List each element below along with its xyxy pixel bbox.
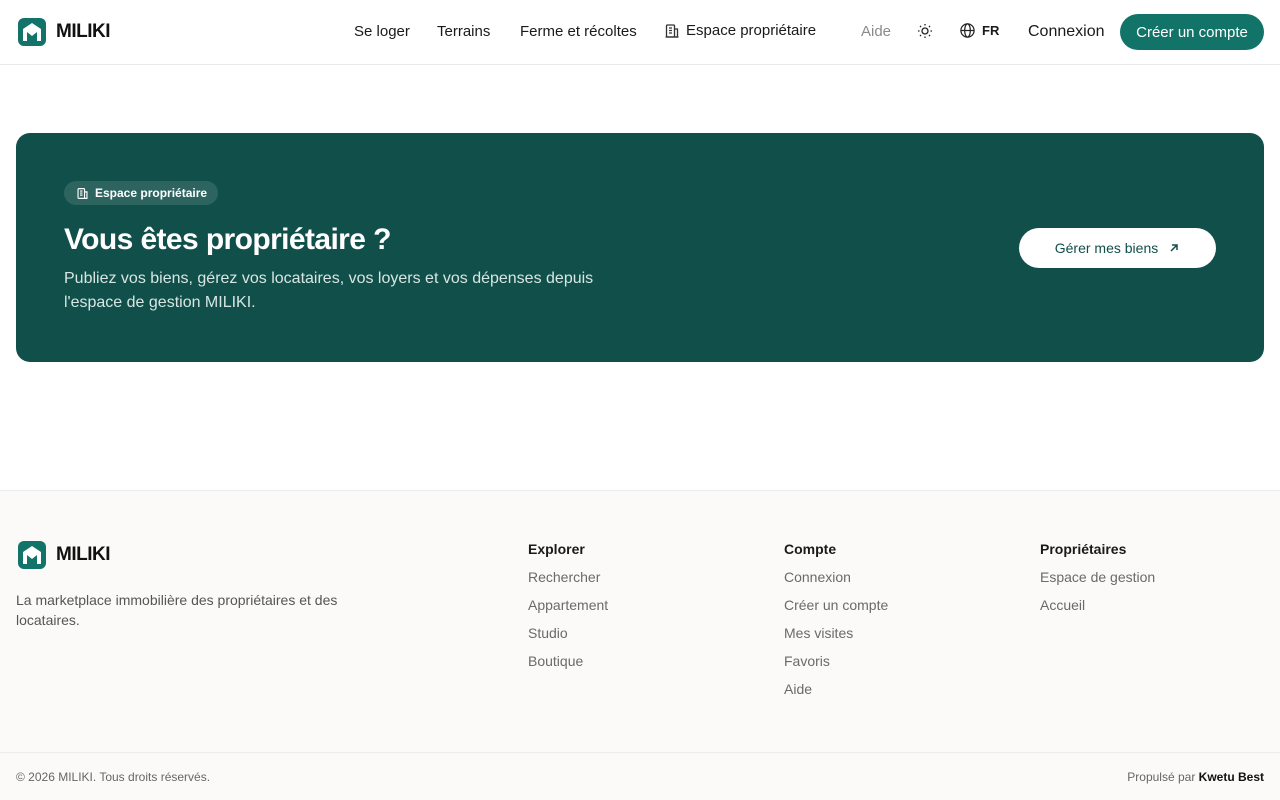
nav-owner-space[interactable]: Espace propriétaire — [664, 22, 816, 39]
footer-link-boutique[interactable]: Boutique — [528, 654, 608, 682]
footer-link-studio[interactable]: Studio — [528, 626, 608, 654]
footer-link-espace-gestion[interactable]: Espace de gestion — [1040, 570, 1155, 598]
footer-column-compte: Compte Connexion Créer un compte Mes vis… — [784, 541, 888, 710]
sun-icon[interactable] — [916, 22, 934, 40]
nav-ferme-recoltes[interactable]: Ferme et récoltes — [520, 23, 637, 40]
footer-bottom-bar: © 2026 MILIKI. Tous droits réservés. Pro… — [0, 752, 1280, 800]
footer-brand-logo[interactable]: MILIKI — [18, 541, 111, 569]
footer-column-proprietaires: Propriétaires Espace de gestion Accueil — [1040, 541, 1155, 626]
building-icon — [665, 23, 679, 38]
footer-link-aide[interactable]: Aide — [784, 682, 888, 710]
globe-icon — [960, 23, 975, 38]
footer-link-favoris[interactable]: Favoris — [784, 654, 888, 682]
footer-column-explorer: Explorer Rechercher Appartement Studio B… — [528, 541, 608, 682]
login-link[interactable]: Connexion — [1028, 23, 1105, 41]
banner-description: Publiez vos biens, gérez vos locataires,… — [64, 270, 594, 311]
arrow-up-right-icon — [1170, 244, 1178, 252]
manage-properties-button[interactable]: Gérer mes biens — [1019, 228, 1216, 268]
footer-column-title: Propriétaires — [1040, 541, 1127, 557]
site-footer: MILIKI La marketplace immobilière des pr… — [0, 490, 1280, 800]
footer-description: La marketplace immobilière des propriéta… — [16, 592, 338, 628]
nav-help[interactable]: Aide — [861, 23, 891, 40]
footer-link-connexion[interactable]: Connexion — [784, 570, 888, 598]
language-code: FR — [982, 23, 1000, 38]
manage-properties-label: Gérer mes biens — [1054, 240, 1159, 256]
footer-link-appartement[interactable]: Appartement — [528, 598, 608, 626]
banner-title: Vous êtes propriétaire ? — [64, 223, 391, 256]
footer-link-accueil[interactable]: Accueil — [1040, 598, 1155, 626]
owner-space-badge: Espace propriétaire — [64, 181, 219, 205]
building-icon — [77, 187, 88, 199]
powered-by-name[interactable]: Kwetu Best — [1199, 770, 1264, 784]
signup-button[interactable]: Créer un compte — [1120, 14, 1264, 50]
powered-by-label: Propulsé par — [1127, 770, 1199, 784]
brand-name: MILIKI — [56, 21, 111, 42]
nav-se-loger[interactable]: Se loger — [354, 23, 410, 40]
footer-link-rechercher[interactable]: Rechercher — [528, 570, 608, 598]
footer-brand-name: MILIKI — [56, 544, 111, 565]
badge-label: Espace propriétaire — [95, 186, 208, 200]
footer-link-mes-visites[interactable]: Mes visites — [784, 626, 888, 654]
house-logo-icon — [18, 541, 46, 569]
brand-logo[interactable]: MILIKI — [18, 18, 111, 46]
owner-banner: Espace propriétaire Vous êtes propriétai… — [16, 133, 1264, 362]
nav-owner-space-label: Espace propriétaire — [686, 22, 817, 39]
language-switcher[interactable]: FR — [959, 22, 999, 39]
house-logo-icon — [18, 18, 46, 46]
powered-by: Propulsé par Kwetu Best — [1127, 770, 1264, 784]
top-header: MILIKI Se loger Terrains Ferme et récolt… — [0, 0, 1280, 65]
copyright-text: © 2026 MILIKI. Tous droits réservés. — [16, 770, 211, 784]
footer-column-title: Compte — [784, 541, 837, 557]
footer-link-creer-compte[interactable]: Créer un compte — [784, 598, 888, 626]
nav-terrains[interactable]: Terrains — [437, 23, 490, 40]
footer-column-title: Explorer — [528, 541, 585, 557]
